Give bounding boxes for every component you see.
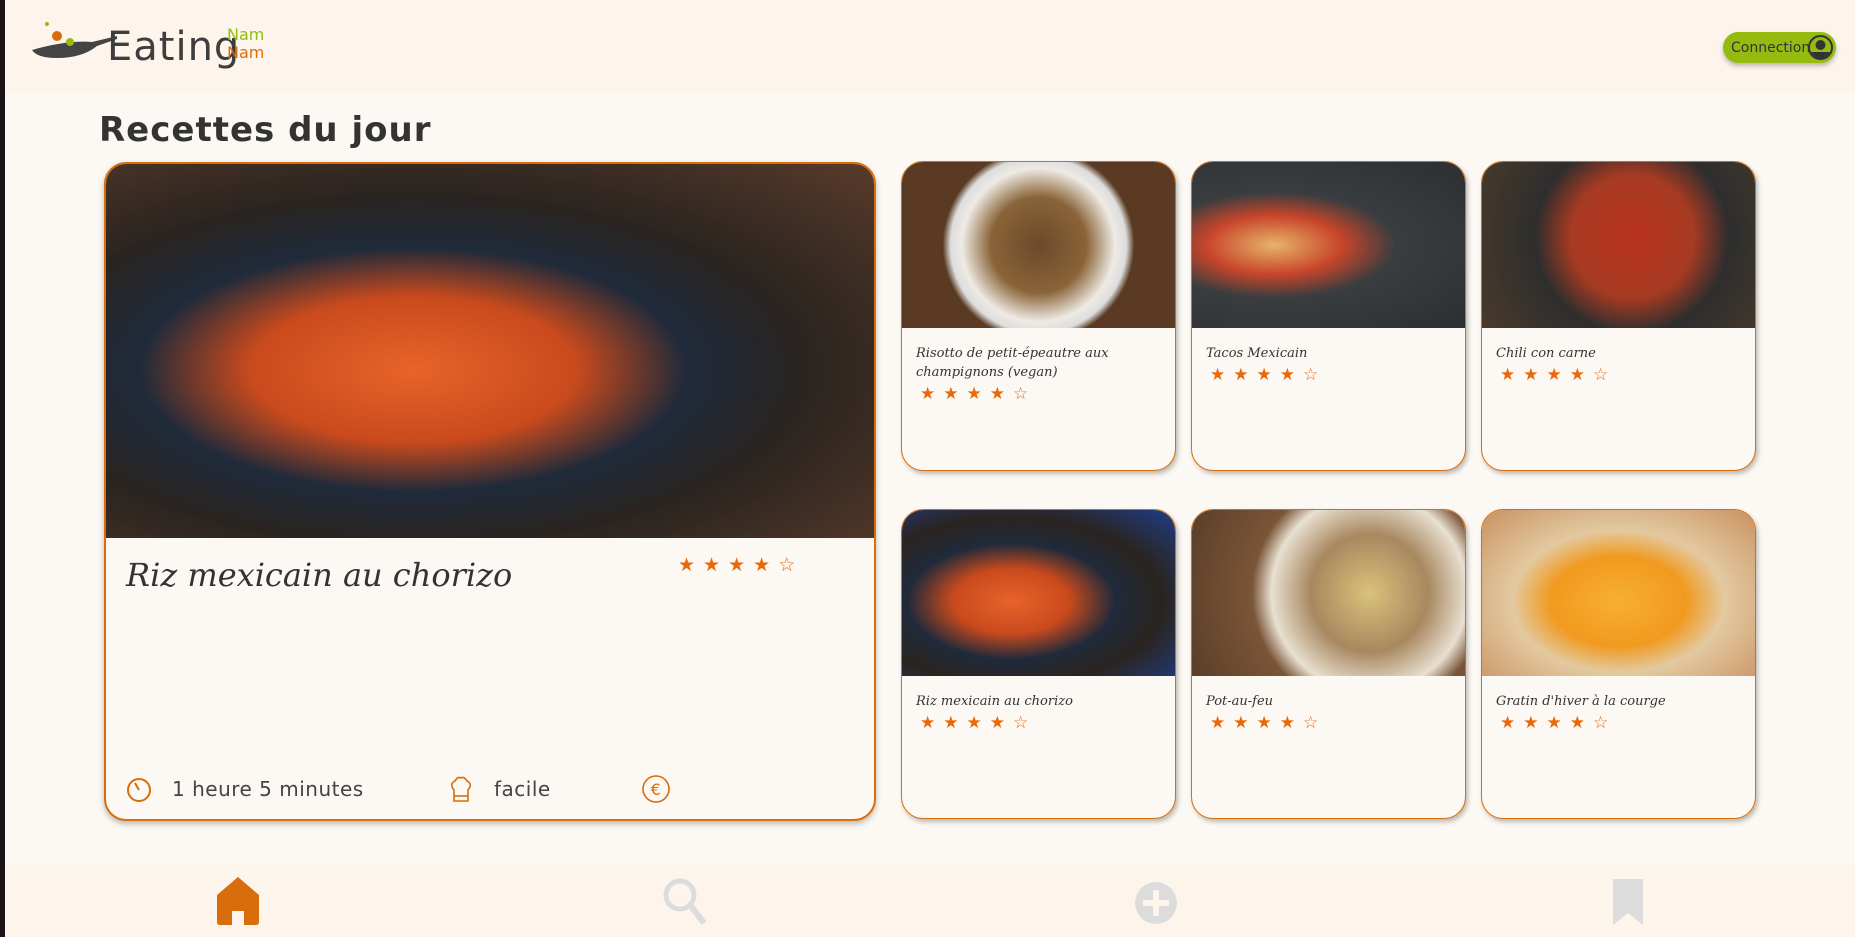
home-icon <box>217 877 259 925</box>
cost: € <box>641 774 689 804</box>
rating-stars: ★ ★ ★ ★ ☆ <box>920 384 1029 404</box>
window-edge <box>0 0 5 937</box>
search-icon <box>663 878 707 925</box>
recipe-image <box>902 510 1175 676</box>
featured-recipe-image <box>106 164 874 538</box>
header: Eating Nam Nam Connection <box>5 0 1855 93</box>
rating-stars: ★ ★ ★ ★ ☆ <box>678 554 796 576</box>
recipe-name: Gratin d'hiver à la courge <box>1496 694 1666 709</box>
recipe-image <box>1192 162 1465 328</box>
difficulty-text: facile <box>494 777 551 801</box>
recipe-card[interactable]: Riz mexicain au chorizo ★ ★ ★ ★ ☆ <box>901 509 1176 819</box>
rating-stars: ★ ★ ★ ★ ☆ <box>920 713 1029 733</box>
connection-label: Connection <box>1731 39 1811 56</box>
recipe-card[interactable]: Tacos Mexicain ★ ★ ★ ★ ☆ <box>1191 161 1466 471</box>
recipe-image <box>1482 510 1755 676</box>
recipe-card[interactable]: Pot-au-feu ★ ★ ★ ★ ☆ <box>1191 509 1466 819</box>
recipe-image <box>902 162 1175 328</box>
add-icon <box>1135 882 1177 924</box>
recipe-name: Tacos Mexicain <box>1206 346 1308 361</box>
svg-text:€: € <box>651 780 662 799</box>
recipe-image <box>1192 510 1465 676</box>
bookmark-icon <box>1613 879 1643 925</box>
bottom-nav <box>5 865 1855 937</box>
connection-button[interactable]: Connection <box>1723 32 1836 63</box>
recipe-name: Riz mexicain au chorizo <box>916 694 1073 709</box>
logo-text: Eating <box>107 24 241 70</box>
recipe-card[interactable]: Gratin d'hiver à la courge ★ ★ ★ ★ ☆ <box>1481 509 1756 819</box>
recipe-name: Risotto de petit-épeautre aux champignon… <box>916 346 1109 380</box>
nav-add[interactable] <box>1133 877 1179 925</box>
user-icon <box>1808 35 1833 60</box>
rating-stars: ★ ★ ★ ★ ☆ <box>1500 713 1609 733</box>
featured-recipe-card[interactable]: Riz mexicain au chorizo ★ ★ ★ ★ ☆ 1 heure 5 … <box>104 162 876 821</box>
nav-home[interactable] <box>215 877 261 925</box>
rating-stars: ★ ★ ★ ★ ☆ <box>1210 365 1319 385</box>
recipe-name: Pot-au-feu <box>1206 694 1274 709</box>
featured-recipe-name: Riz mexicain au chorizo <box>126 556 513 594</box>
nav-bookmarks[interactable] <box>1605 877 1651 925</box>
chef-hat-icon <box>450 776 472 802</box>
rating-stars: ★ ★ ★ ★ ☆ <box>1210 713 1319 733</box>
duration: 1 heure 5 minutes <box>124 774 364 804</box>
recipe-card[interactable]: Chili con carne ★ ★ ★ ★ ☆ <box>1481 161 1756 471</box>
page-title: Recettes du jour <box>99 110 432 150</box>
euro-icon: € <box>642 775 670 803</box>
logo-nam-1: Nam <box>227 25 265 44</box>
recipe-name: Chili con carne <box>1496 346 1596 361</box>
logo[interactable]: Eating Nam Nam <box>27 18 277 78</box>
rating-stars: ★ ★ ★ ★ ☆ <box>1500 365 1609 385</box>
logo-nam-2: Nam <box>227 43 265 62</box>
recipe-card[interactable]: Risotto de petit-épeautre aux champignon… <box>901 161 1176 471</box>
recipe-image <box>1482 162 1755 328</box>
timer-icon <box>127 778 151 802</box>
difficulty: facile <box>446 774 551 804</box>
duration-text: 1 heure 5 minutes <box>172 777 364 801</box>
nav-search[interactable] <box>662 877 708 925</box>
